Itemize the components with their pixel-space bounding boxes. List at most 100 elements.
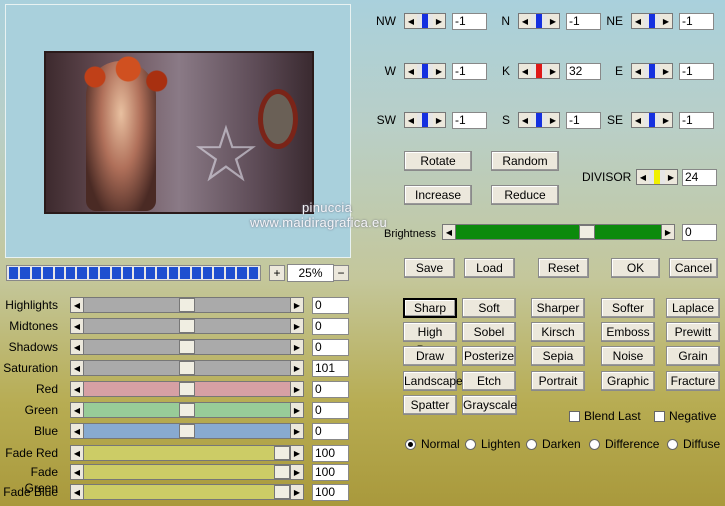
slider-value[interactable]: 0: [312, 402, 349, 419]
adjust-slider[interactable]: ◀ ▶: [70, 402, 304, 418]
ok-button[interactable]: OK: [611, 258, 660, 278]
increase-arrow-icon[interactable]: ▶: [660, 14, 672, 28]
right-arrow-icon[interactable]: ▶: [290, 297, 304, 313]
slider-thumb[interactable]: [179, 340, 195, 354]
matrix-spinner[interactable]: ◀ ▶: [631, 112, 673, 128]
slider-thumb[interactable]: [179, 382, 195, 396]
slider-track[interactable]: [84, 318, 290, 334]
right-arrow-icon[interactable]: ▶: [290, 402, 304, 418]
left-arrow-icon[interactable]: ◀: [70, 445, 84, 461]
right-arrow-icon[interactable]: ▶: [290, 423, 304, 439]
adjust-slider[interactable]: ◀ ▶: [70, 360, 304, 376]
adjust-slider[interactable]: ◀ ▶: [70, 339, 304, 355]
preset-button[interactable]: Sepia: [531, 346, 585, 366]
right-arrow-icon[interactable]: ▶: [290, 360, 304, 376]
slider-thumb[interactable]: [274, 485, 290, 499]
preset-button[interactable]: Softer: [601, 298, 655, 318]
matrix-value[interactable]: -1: [452, 112, 487, 129]
preset-button[interactable]: Sobel: [462, 322, 516, 342]
increase-arrow-icon[interactable]: ▶: [660, 113, 672, 127]
checkbox-icon[interactable]: [569, 411, 580, 423]
radio-icon[interactable]: [667, 439, 678, 451]
slider-value[interactable]: 100: [312, 445, 349, 462]
left-arrow-icon[interactable]: ◀: [70, 484, 84, 500]
decrease-arrow-icon[interactable]: ◀: [519, 113, 531, 127]
slider-track[interactable]: [84, 423, 290, 439]
slider-thumb[interactable]: [179, 319, 195, 333]
increase-arrow-icon[interactable]: ▶: [660, 64, 672, 78]
zoom-out-button[interactable]: −: [333, 265, 349, 281]
matrix-value[interactable]: 32: [566, 63, 601, 80]
increase-arrow-icon[interactable]: ▶: [433, 113, 445, 127]
reduce-button[interactable]: Reduce: [491, 185, 559, 205]
increase-arrow-icon[interactable]: ▶: [547, 113, 559, 127]
radio-icon[interactable]: [526, 439, 537, 451]
preset-button[interactable]: Fracture: [666, 371, 720, 391]
cancel-button[interactable]: Cancel: [669, 258, 718, 278]
adjust-slider[interactable]: ◀ ▶: [70, 445, 304, 461]
radio-icon[interactable]: [465, 439, 476, 451]
decrease-arrow-icon[interactable]: ◀: [519, 64, 531, 78]
decrease-arrow-icon[interactable]: ◀: [632, 113, 644, 127]
right-arrow-icon[interactable]: ▶: [290, 484, 304, 500]
matrix-value[interactable]: -1: [452, 13, 487, 30]
matrix-spinner[interactable]: ◀ ▶: [631, 13, 673, 29]
checkbox-icon[interactable]: [654, 411, 665, 423]
decrease-arrow-icon[interactable]: ◀: [405, 14, 417, 28]
save-button[interactable]: Save: [404, 258, 455, 278]
slider-value[interactable]: 101: [312, 360, 349, 377]
increase-arrow-icon[interactable]: ▶: [433, 14, 445, 28]
matrix-spinner[interactable]: ◀ ▶: [404, 112, 446, 128]
slider-track[interactable]: [84, 484, 290, 500]
left-arrow-icon[interactable]: ◀: [70, 402, 84, 418]
increase-button[interactable]: Increase: [404, 185, 472, 205]
matrix-value[interactable]: -1: [566, 112, 601, 129]
preset-button[interactable]: Grain: [666, 346, 720, 366]
slider-thumb[interactable]: [274, 446, 290, 460]
adjust-slider[interactable]: ◀ ▶: [70, 423, 304, 439]
radio-icon[interactable]: [405, 439, 416, 451]
increase-arrow-icon[interactable]: ▶: [547, 64, 559, 78]
slider-track[interactable]: [84, 297, 290, 313]
right-arrow-icon[interactable]: ▶: [290, 464, 304, 480]
slider-thumb[interactable]: [179, 361, 195, 375]
slider-value[interactable]: 100: [312, 484, 349, 501]
preset-button[interactable]: Grayscale: [462, 395, 517, 415]
right-arrow-icon[interactable]: ▶: [290, 339, 304, 355]
matrix-value[interactable]: -1: [452, 63, 487, 80]
slider-value[interactable]: 0: [312, 297, 349, 314]
left-arrow-icon[interactable]: ◀: [70, 464, 84, 480]
slider-thumb[interactable]: [179, 403, 195, 417]
slider-thumb[interactable]: [179, 424, 195, 438]
zoom-in-button[interactable]: +: [269, 265, 285, 281]
adjust-slider[interactable]: ◀ ▶: [70, 484, 304, 500]
right-arrow-icon[interactable]: ▶: [290, 381, 304, 397]
matrix-spinner[interactable]: ◀ ▶: [404, 13, 446, 29]
brightness-slider[interactable]: ◀ ▶: [442, 224, 675, 240]
slider-track[interactable]: [84, 445, 290, 461]
preset-button[interactable]: Soft: [462, 298, 516, 318]
mode-option[interactable]: Darken: [526, 436, 581, 452]
slider-thumb[interactable]: [179, 298, 195, 312]
load-button[interactable]: Load: [464, 258, 515, 278]
preset-button[interactable]: Graphic: [601, 371, 655, 391]
decrease-arrow-icon[interactable]: ◀: [632, 64, 644, 78]
mode-option[interactable]: Difference: [589, 436, 659, 452]
matrix-value[interactable]: -1: [679, 112, 714, 129]
preset-button[interactable]: Sharper: [531, 298, 585, 318]
slider-value[interactable]: 0: [312, 381, 349, 398]
blend-last-checkbox[interactable]: Blend Last: [569, 408, 641, 424]
brightness-thumb[interactable]: [579, 225, 595, 239]
increase-arrow-icon[interactable]: ▶: [665, 170, 677, 184]
preset-button[interactable]: Portrait: [531, 371, 585, 391]
brightness-value[interactable]: 0: [682, 224, 717, 241]
preset-button[interactable]: Etch: [462, 371, 516, 391]
slider-value[interactable]: 0: [312, 423, 349, 440]
slider-value[interactable]: 0: [312, 339, 349, 356]
adjust-slider[interactable]: ◀ ▶: [70, 464, 304, 480]
slider-thumb[interactable]: [274, 465, 290, 479]
matrix-spinner[interactable]: ◀ ▶: [518, 63, 560, 79]
left-arrow-icon[interactable]: ◀: [70, 360, 84, 376]
increase-arrow-icon[interactable]: ▶: [433, 64, 445, 78]
left-arrow-icon[interactable]: ◀: [70, 339, 84, 355]
